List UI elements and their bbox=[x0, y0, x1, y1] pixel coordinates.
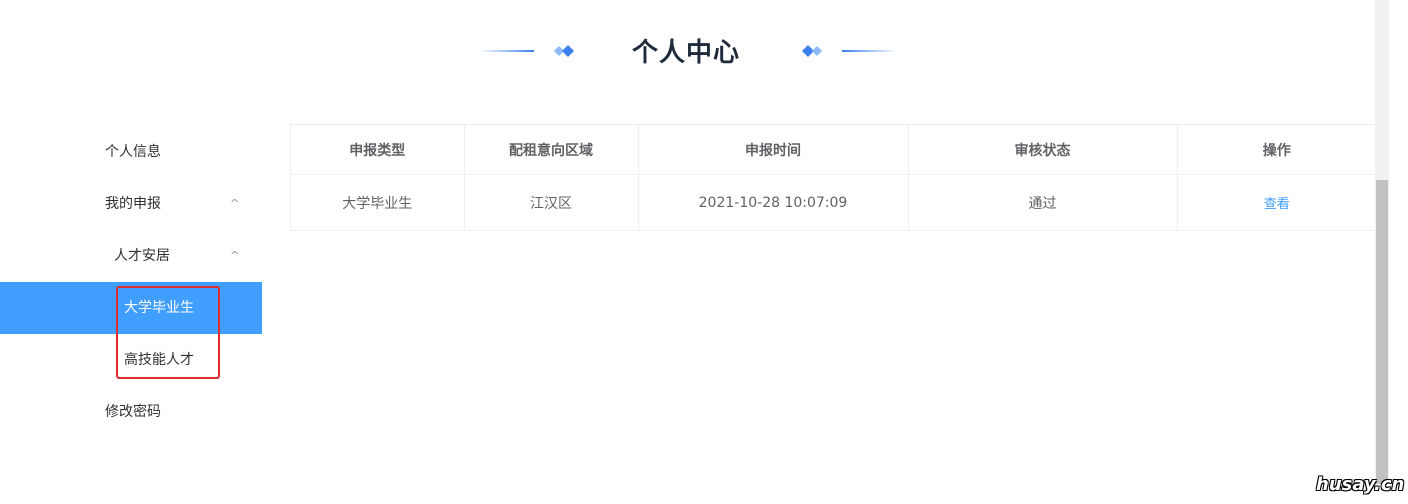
column-header-time: 申报时间 bbox=[638, 125, 909, 175]
sidebar-item-personal-info[interactable]: 个人信息 bbox=[0, 126, 262, 178]
sidebar-item-talent-housing[interactable]: 人才安居 ^ bbox=[0, 230, 262, 282]
table-header-row: 申报类型 配租意向区域 申报时间 审核状态 操作 bbox=[291, 125, 1376, 175]
sidebar-item-label: 个人信息 bbox=[105, 144, 161, 160]
cell-area: 江汉区 bbox=[464, 174, 639, 231]
sidebar-item-label: 高技能人才 bbox=[124, 352, 194, 368]
diamond-icon bbox=[802, 45, 822, 57]
chevron-up-icon: ^ bbox=[230, 249, 240, 262]
watermark: husay.cn bbox=[1316, 474, 1405, 495]
sidebar-menu: 个人信息 我的申报 ^ 人才安居 ^ 大学毕业生 高技能人才 修改密码 bbox=[0, 126, 262, 438]
diamond-icon bbox=[554, 45, 574, 57]
sidebar-item-label: 人才安居 bbox=[114, 248, 170, 264]
column-header-type: 申报类型 bbox=[291, 125, 465, 175]
page-header: 个人中心 bbox=[0, 22, 1375, 82]
view-link[interactable]: 查看 bbox=[1177, 174, 1376, 231]
sidebar-item-change-password[interactable]: 修改密码 bbox=[0, 386, 262, 438]
scrollbar-thumb[interactable] bbox=[1376, 180, 1388, 484]
applications-table: 申报类型 配租意向区域 申报时间 审核状态 操作 大学毕业生 江汉区 2021-… bbox=[290, 124, 1376, 231]
page-title: 个人中心 bbox=[632, 38, 741, 68]
sidebar-item-label: 修改密码 bbox=[105, 404, 161, 420]
column-header-area: 配租意向区域 bbox=[464, 125, 639, 175]
column-header-actions: 操作 bbox=[1177, 125, 1376, 175]
header-decoration-line-left bbox=[478, 50, 534, 52]
column-header-status: 审核状态 bbox=[908, 125, 1178, 175]
sidebar-item-label: 我的申报 bbox=[105, 196, 161, 212]
sidebar-item-skilled-talents[interactable]: 高技能人才 bbox=[0, 334, 262, 386]
sidebar-item-label: 大学毕业生 bbox=[124, 300, 194, 316]
table-row: 大学毕业生 江汉区 2021-10-28 10:07:09 通过 查看 bbox=[291, 174, 1376, 231]
cell-time: 2021-10-28 10:07:09 bbox=[638, 174, 909, 231]
sidebar-item-graduates[interactable]: 大学毕业生 bbox=[0, 282, 262, 334]
header-decoration-line-right bbox=[842, 50, 898, 52]
cell-type: 大学毕业生 bbox=[291, 174, 465, 231]
chevron-up-icon: ^ bbox=[230, 197, 240, 210]
cell-status: 通过 bbox=[908, 174, 1178, 231]
sidebar-item-my-applications[interactable]: 我的申报 ^ bbox=[0, 178, 262, 230]
